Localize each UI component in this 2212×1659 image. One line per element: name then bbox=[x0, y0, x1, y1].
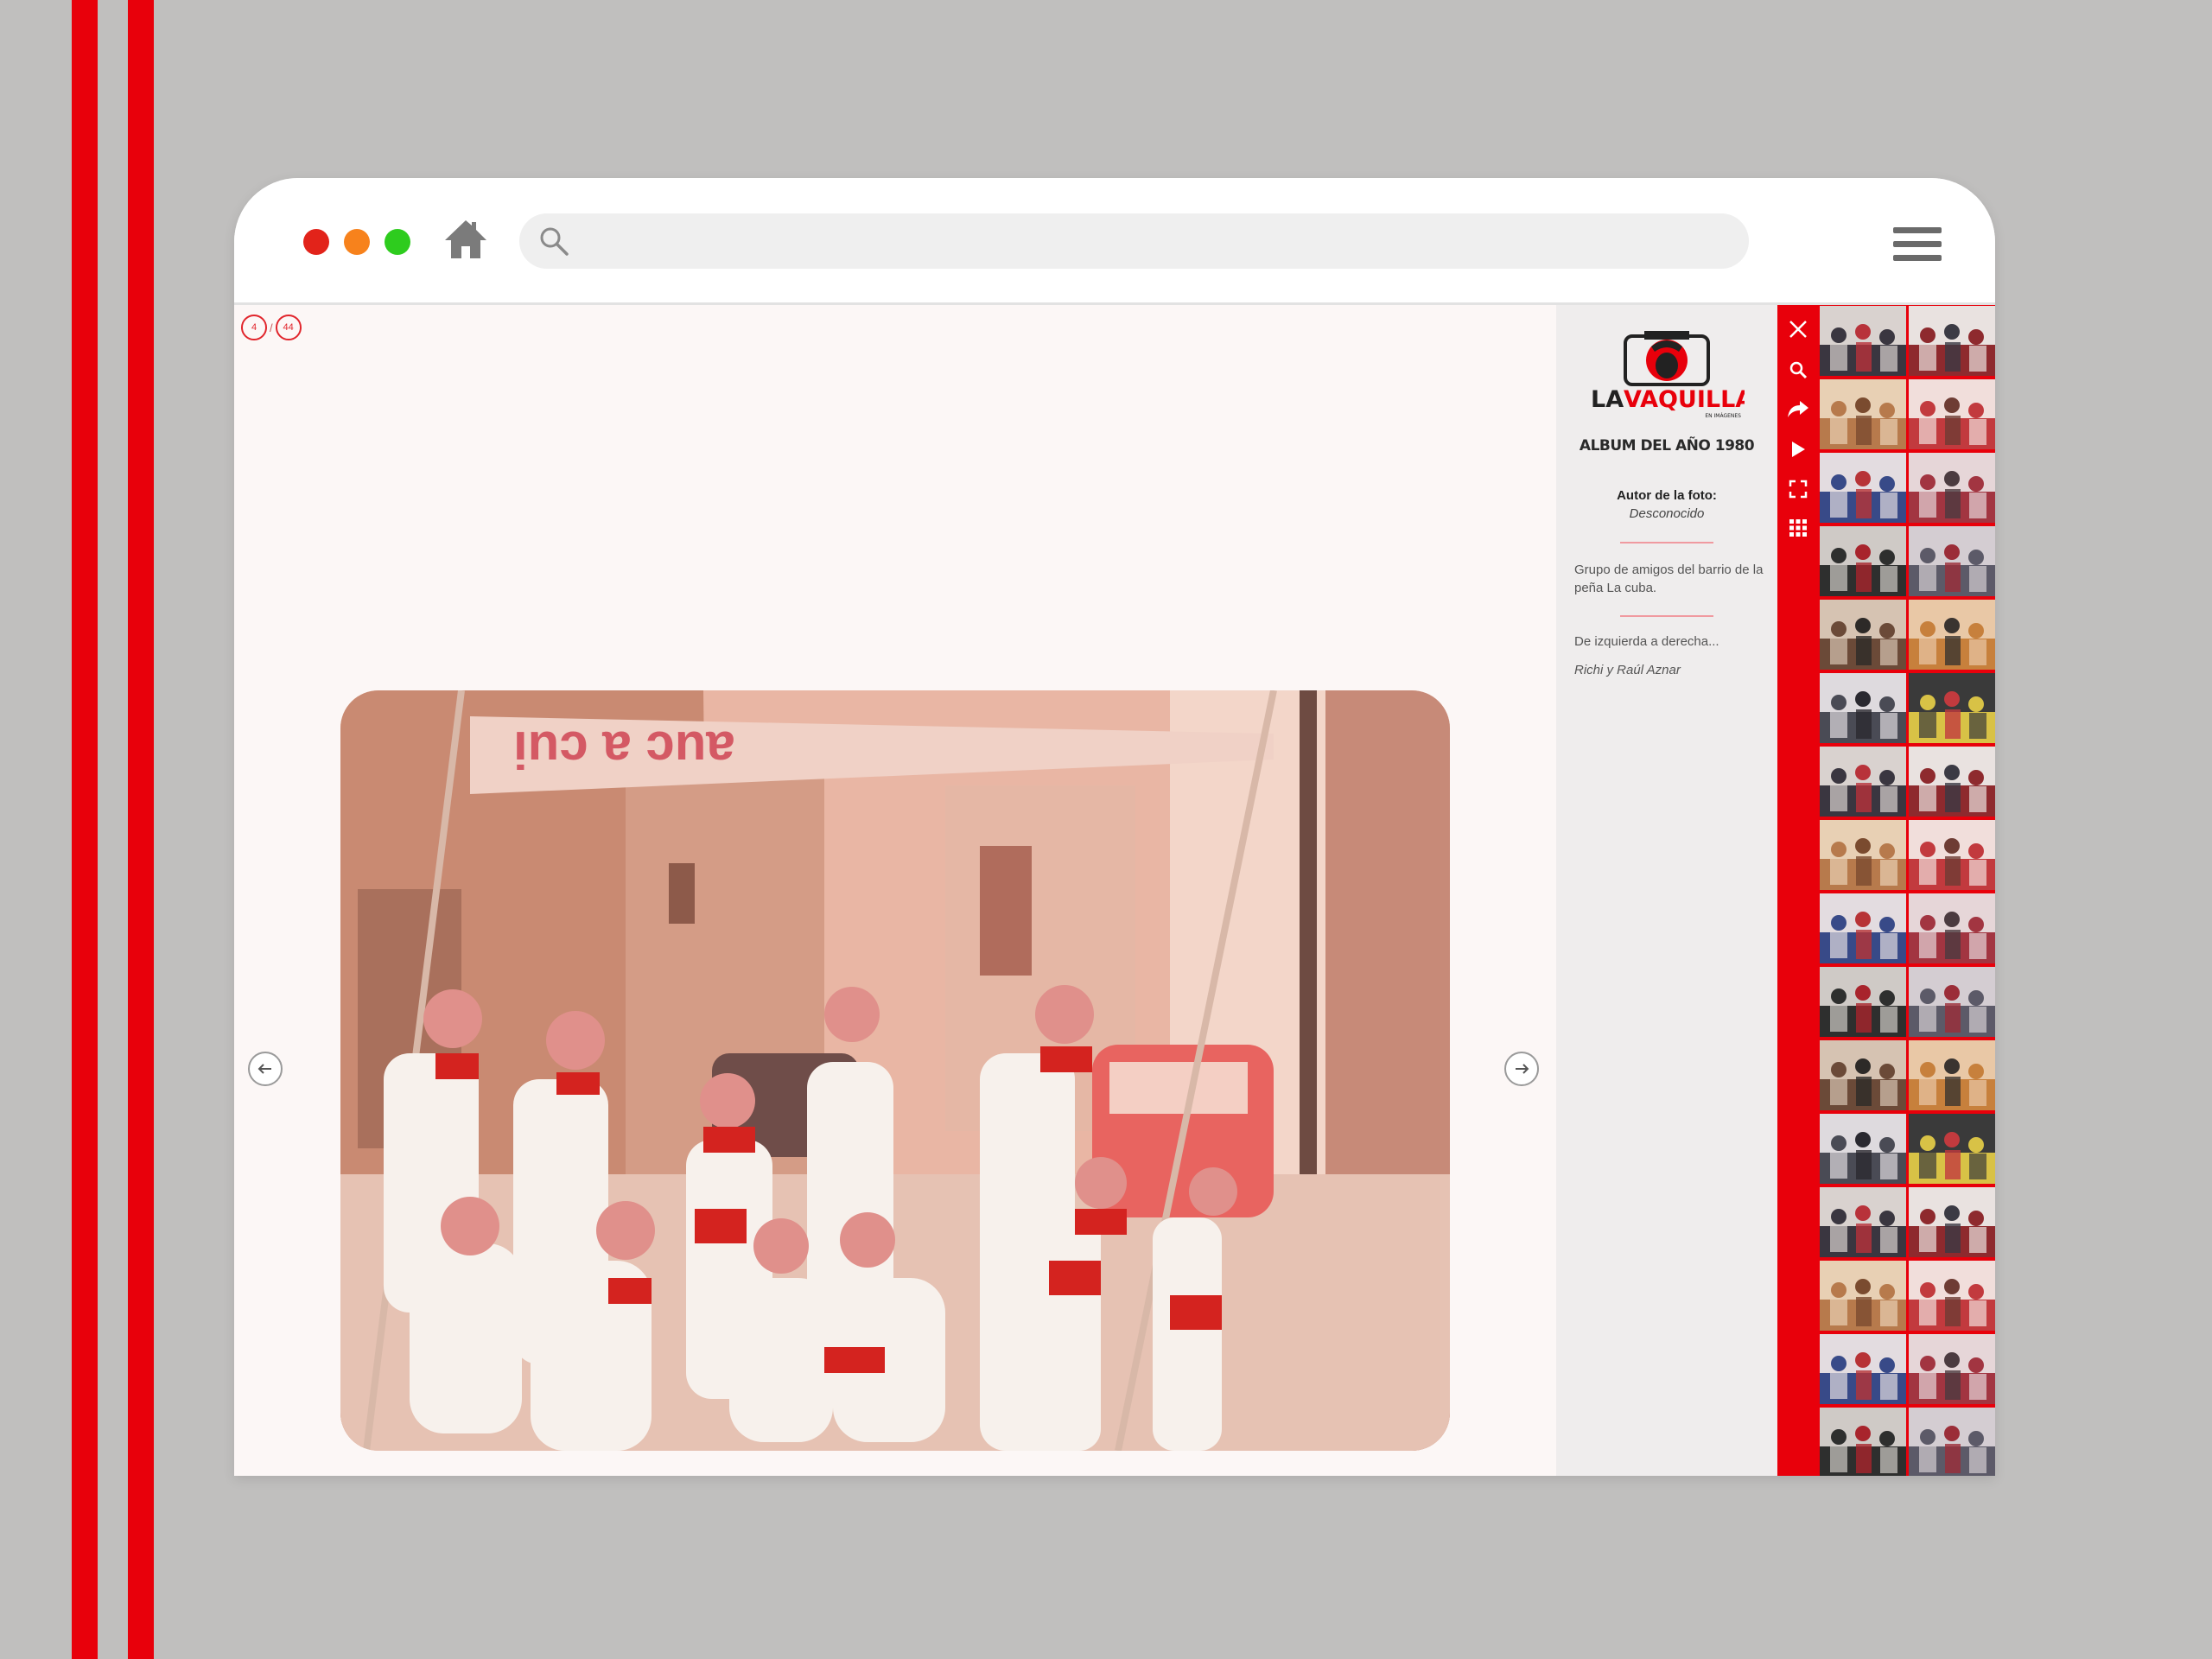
window-maximize-dot[interactable] bbox=[385, 229, 410, 255]
thumbnail[interactable] bbox=[1909, 379, 1995, 449]
photo-description: Grupo de amigos del barrio de la peña La… bbox=[1574, 563, 1764, 595]
arrow-left-icon bbox=[257, 1064, 271, 1074]
counter-separator: / bbox=[270, 321, 273, 334]
search-icon bbox=[538, 226, 569, 257]
photo-counter: 4 / 44 bbox=[241, 313, 302, 342]
current-index: 4 bbox=[241, 315, 267, 340]
author-name: Desconocido bbox=[1629, 506, 1705, 521]
decor-stripe-right bbox=[128, 0, 154, 1659]
thumbnail[interactable] bbox=[1820, 306, 1906, 376]
thumbnail[interactable] bbox=[1820, 1187, 1906, 1257]
thumbnail[interactable] bbox=[1909, 1334, 1995, 1404]
logo: LA VAQUILLA EN IMÁGENES bbox=[1589, 324, 1753, 419]
thumbnail[interactable] bbox=[1820, 673, 1906, 743]
logo-text-vaquilla: VAQUILLA bbox=[1624, 386, 1745, 413]
thumbnail[interactable] bbox=[1820, 600, 1906, 670]
window-close-dot[interactable] bbox=[303, 229, 329, 255]
zoom-icon[interactable] bbox=[1785, 357, 1811, 383]
home-icon[interactable] bbox=[443, 217, 488, 262]
search-bar[interactable] bbox=[519, 213, 1749, 270]
thumbnail[interactable] bbox=[1909, 453, 1995, 523]
search-input[interactable] bbox=[580, 213, 1732, 270]
thumbnail[interactable] bbox=[1909, 600, 1995, 670]
play-icon[interactable] bbox=[1785, 436, 1811, 462]
browser-titlebar bbox=[234, 178, 1995, 303]
thumbnail[interactable] bbox=[1909, 673, 1995, 743]
people-names: Richi y Raúl Aznar bbox=[1574, 663, 1681, 677]
photo-viewer: 4 / 44 ᴉnɔ ɐ ɔnɐ bbox=[234, 305, 1556, 1476]
album-title: ALBUM DEL AÑO 1980 bbox=[1579, 437, 1755, 454]
close-icon[interactable] bbox=[1785, 316, 1811, 342]
thumbnail[interactable] bbox=[1909, 1040, 1995, 1110]
thumbnail[interactable] bbox=[1820, 1408, 1906, 1476]
thumbnail[interactable] bbox=[1909, 1187, 1995, 1257]
thumbnail[interactable] bbox=[1909, 1408, 1995, 1476]
thumbnail[interactable] bbox=[1820, 820, 1906, 890]
window-minimize-dot[interactable] bbox=[344, 229, 370, 255]
grid-icon[interactable] bbox=[1785, 515, 1811, 541]
photo-info-panel: LA VAQUILLA EN IMÁGENES ALBUM DEL AÑO 19… bbox=[1556, 305, 1777, 1476]
info-divider bbox=[1620, 542, 1713, 543]
main-photo[interactable]: ᴉnɔ ɐ ɔnɐ bbox=[340, 690, 1450, 1451]
prev-photo-button[interactable] bbox=[248, 1052, 283, 1086]
thumbnail[interactable] bbox=[1820, 1040, 1906, 1110]
thumbnail[interactable] bbox=[1820, 747, 1906, 817]
thumbnail[interactable] bbox=[1820, 1114, 1906, 1184]
thumbnail[interactable] bbox=[1909, 820, 1995, 890]
total-count: 44 bbox=[275, 315, 302, 340]
share-icon[interactable] bbox=[1785, 396, 1811, 422]
thumbnail[interactable] bbox=[1820, 1261, 1906, 1331]
thumbnail[interactable] bbox=[1820, 967, 1906, 1037]
thumbnail[interactable] bbox=[1820, 526, 1906, 596]
thumbnail[interactable] bbox=[1909, 893, 1995, 963]
svg-text:ᴉnɔ ɐ ɔnɐ: ᴉnɔ ɐ ɔnɐ bbox=[513, 713, 735, 771]
thumbnail[interactable] bbox=[1909, 306, 1995, 376]
thumbnail[interactable] bbox=[1820, 379, 1906, 449]
next-photo-button[interactable] bbox=[1504, 1052, 1539, 1086]
arrow-right-icon bbox=[1516, 1064, 1529, 1074]
browser-window: 4 / 44 ᴉnɔ ɐ ɔnɐ LA VAQUILLA EN IMÁGENES… bbox=[234, 178, 1995, 1476]
thumbnail[interactable] bbox=[1820, 893, 1906, 963]
logo-text-la: LA bbox=[1591, 386, 1624, 413]
thumbnail-grid bbox=[1819, 305, 1995, 1476]
thumbnail[interactable] bbox=[1820, 453, 1906, 523]
viewer-toolbar bbox=[1777, 305, 1819, 1476]
thumbnail[interactable] bbox=[1909, 747, 1995, 817]
decor-stripe-left bbox=[72, 0, 98, 1659]
menu-icon[interactable] bbox=[1893, 227, 1942, 262]
thumbnail[interactable] bbox=[1820, 1334, 1906, 1404]
thumbnail[interactable] bbox=[1909, 967, 1995, 1037]
thumbnail[interactable] bbox=[1909, 526, 1995, 596]
info-divider bbox=[1620, 615, 1713, 617]
fullscreen-icon[interactable] bbox=[1785, 476, 1811, 502]
thumbnail[interactable] bbox=[1909, 1114, 1995, 1184]
thumbnail[interactable] bbox=[1909, 1261, 1995, 1331]
author-label: Autor de la foto: bbox=[1617, 488, 1717, 503]
left-to-right-label: De izquierda a derecha... bbox=[1574, 634, 1719, 649]
logo-tagline: EN IMÁGENES bbox=[1705, 413, 1741, 419]
